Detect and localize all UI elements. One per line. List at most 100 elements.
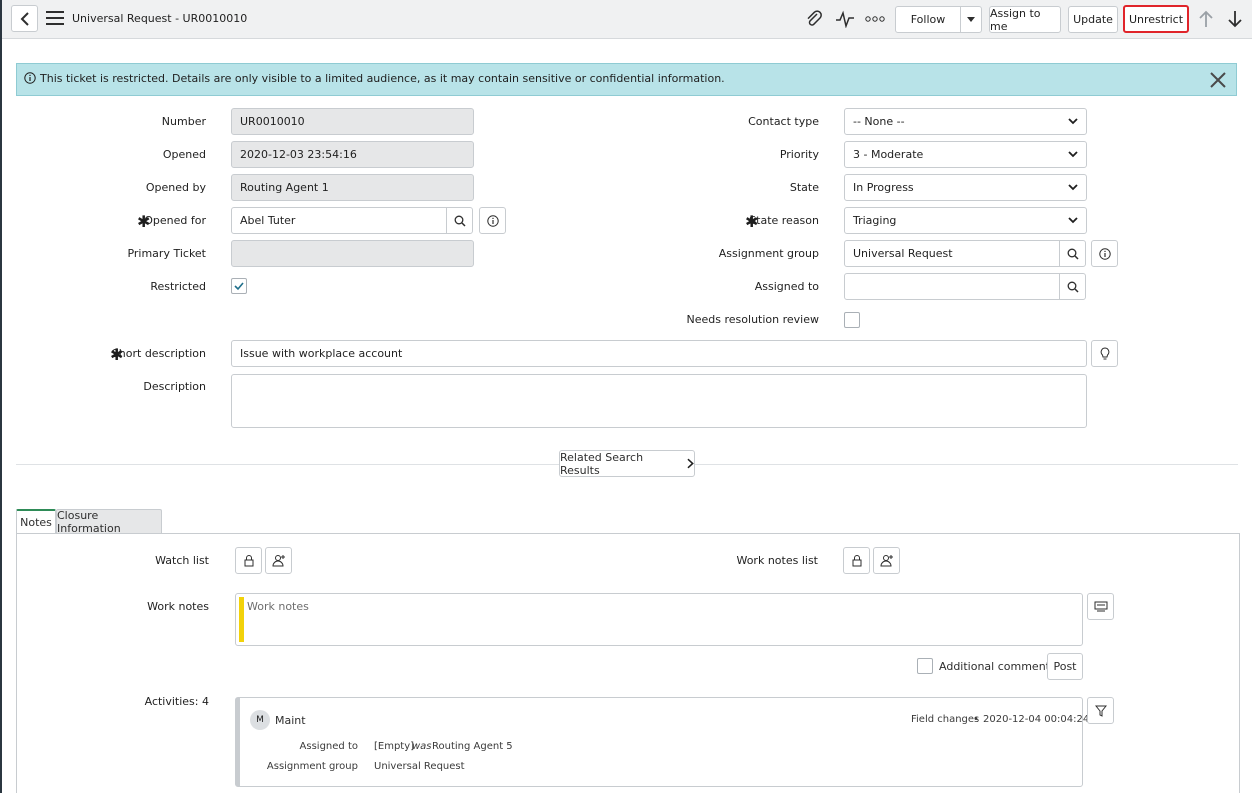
assign-to-me-button[interactable]: Assign to me xyxy=(989,6,1061,33)
description-label: Description xyxy=(143,380,206,393)
left-edge-bar xyxy=(0,0,2,793)
opened-by-label: Opened by xyxy=(145,181,206,194)
info-icon xyxy=(1098,247,1111,260)
chevron-down-icon xyxy=(1068,118,1078,125)
lock-icon xyxy=(852,555,861,567)
assignment-group-field[interactable]: Universal Request xyxy=(844,240,1060,267)
arrow-down-icon[interactable] xyxy=(1224,9,1246,29)
contact-type-select[interactable]: -- None -- xyxy=(844,108,1087,135)
state-label: State xyxy=(789,181,819,194)
activity-pulse-icon[interactable] xyxy=(834,9,856,29)
priority-label: Priority xyxy=(779,148,819,161)
assignment-group-info-button[interactable] xyxy=(1091,240,1118,267)
activity-field-old-value: Routing Agent 5 xyxy=(432,741,513,752)
opened-for-label: Opened for xyxy=(144,214,206,227)
state-reason-select[interactable]: Triaging xyxy=(844,207,1087,234)
search-icon xyxy=(1067,248,1079,260)
back-button[interactable] xyxy=(11,5,38,32)
chevron-down-icon xyxy=(1068,151,1078,158)
chevron-left-icon xyxy=(20,11,29,26)
activity-user[interactable]: Maint xyxy=(275,714,306,727)
restricted-label: Restricted xyxy=(150,280,206,293)
info-icon xyxy=(24,72,36,87)
activity-filter-button[interactable] xyxy=(1087,697,1114,724)
activity-was-text: was xyxy=(412,741,432,752)
avatar: M xyxy=(250,710,270,730)
opened-for-info-button[interactable] xyxy=(479,207,506,234)
checkmark-icon xyxy=(234,282,244,291)
tab-closure-information[interactable]: Closure Information xyxy=(56,509,162,535)
arrow-up-icon[interactable] xyxy=(1195,9,1217,29)
state-reason-label: State reason xyxy=(749,214,819,227)
needs-review-label: Needs resolution review xyxy=(686,313,819,326)
activity-separator: • xyxy=(973,714,979,725)
related-search-label: Related Search Results xyxy=(560,450,644,477)
work-notes-list-add-me-button[interactable] xyxy=(873,547,900,574)
watch-list-lock-button[interactable] xyxy=(235,547,262,574)
follow-button[interactable]: Follow xyxy=(895,6,961,33)
post-button[interactable]: Post xyxy=(1047,653,1083,680)
tab-notes[interactable]: Notes xyxy=(16,509,56,534)
journal-fields-button[interactable] xyxy=(1087,593,1114,620)
work-notes-placeholder: Work notes xyxy=(247,600,309,613)
opened-field[interactable]: 2020-12-03 23:54:16 xyxy=(231,141,474,168)
primary-ticket-field[interactable] xyxy=(231,240,474,267)
suggestion-button[interactable] xyxy=(1091,340,1118,367)
more-options-icon[interactable] xyxy=(864,9,886,29)
state-value: In Progress xyxy=(853,181,914,194)
assigned-to-search-button[interactable] xyxy=(1059,273,1086,300)
menu-icon[interactable] xyxy=(46,11,64,25)
assignment-group-label: Assignment group xyxy=(718,247,819,260)
restricted-checkbox[interactable] xyxy=(231,278,247,294)
work-notes-list-label: Work notes list xyxy=(736,554,818,567)
activity-entry xyxy=(235,697,1083,787)
opened-for-search-button[interactable] xyxy=(446,207,473,234)
chevron-down-icon xyxy=(1068,217,1078,224)
opened-label: Opened xyxy=(162,148,206,161)
paperclip-icon[interactable] xyxy=(803,9,825,29)
additional-comments-checkbox[interactable] xyxy=(917,658,933,674)
activity-field-new-value: [Empty] xyxy=(374,741,415,752)
update-button[interactable]: Update xyxy=(1068,6,1118,33)
primary-ticket-label: Primary Ticket xyxy=(127,247,206,260)
chevron-right-icon xyxy=(687,458,694,469)
priority-select[interactable]: 3 - Moderate xyxy=(844,141,1087,168)
state-reason-value: Triaging xyxy=(853,214,897,227)
contact-type-label: Contact type xyxy=(748,115,819,128)
follow-dropdown-button[interactable] xyxy=(960,6,982,33)
state-select[interactable]: In Progress xyxy=(844,174,1087,201)
activity-field-new-value: Universal Request xyxy=(374,761,465,772)
activity-type: Field changes xyxy=(911,714,980,725)
caret-down-icon xyxy=(967,17,975,22)
opened-by-field[interactable]: Routing Agent 1 xyxy=(231,174,474,201)
activity-timestamp: 2020-12-04 00:04:24 xyxy=(983,714,1090,725)
unrestrict-button[interactable]: Unrestrict xyxy=(1123,5,1189,33)
lightbulb-icon xyxy=(1100,346,1109,359)
work-notes-textarea[interactable] xyxy=(235,593,1083,646)
watch-list-label: Watch list xyxy=(155,554,209,567)
contact-type-value: -- None -- xyxy=(853,115,905,128)
chevron-down-icon xyxy=(1068,184,1078,191)
assignment-group-search-button[interactable] xyxy=(1059,240,1086,267)
assigned-to-field[interactable] xyxy=(844,273,1060,300)
related-search-results-button[interactable]: Related Search Results xyxy=(559,450,695,477)
lock-icon xyxy=(244,555,253,567)
add-person-icon xyxy=(879,555,893,567)
description-textarea[interactable] xyxy=(231,374,1087,428)
close-icon[interactable] xyxy=(1208,70,1228,90)
watch-list-add-me-button[interactable] xyxy=(265,547,292,574)
assigned-to-label: Assigned to xyxy=(754,280,819,293)
opened-for-field[interactable]: Abel Tuter xyxy=(231,207,447,234)
needs-review-checkbox[interactable] xyxy=(844,312,860,328)
additional-comments-label: Additional comments xyxy=(939,660,1056,673)
filter-icon xyxy=(1094,705,1107,717)
work-notes-list-lock-button[interactable] xyxy=(843,547,870,574)
short-description-field[interactable]: Issue with workplace account xyxy=(231,340,1087,367)
number-field[interactable]: UR0010010 xyxy=(231,108,474,135)
journal-icon xyxy=(1094,601,1107,611)
activity-field-name: Assignment group xyxy=(266,761,358,772)
activities-label: Activities: 4 xyxy=(144,695,209,708)
number-label: Number xyxy=(161,115,206,128)
info-icon xyxy=(486,214,499,227)
activity-field-name: Assigned to xyxy=(299,741,358,752)
